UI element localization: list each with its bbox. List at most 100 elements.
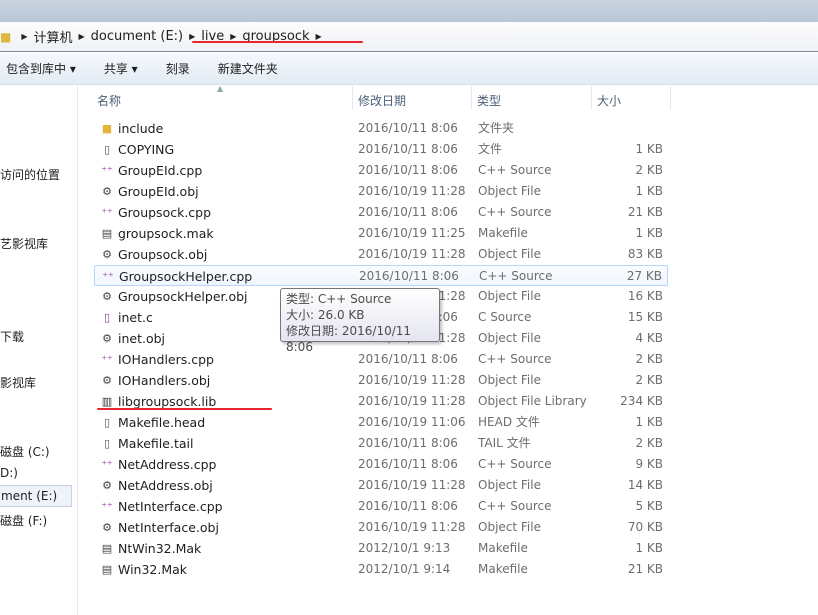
file-size: 15 KB [627,310,663,324]
file-size: 14 KB [627,478,663,492]
nav-item[interactable]: D:) [0,466,18,480]
folder-icon: ■ [0,29,12,44]
address-bar[interactable]: ■ ▶ 计算机 ▶ document (E:) ▶ live ▶ groupso… [0,22,818,52]
file-row[interactable]: ⁺⁺ Groupsock.cpp 2016/10/11 8:06 C++ Sou… [94,202,668,223]
file-row[interactable]: ⚙ Groupsock.obj 2016/10/19 11:28 Object … [94,244,668,265]
file-row[interactable]: ■ include 2016/10/11 8:06 文件夹 [94,118,668,139]
obj-icon: ⚙ [102,332,112,345]
new-folder-button[interactable]: 新建文件夹 [218,60,278,77]
mak-icon: ▤ [101,542,113,555]
mak-icon: ▤ [101,227,113,240]
file-size: 4 KB [635,331,663,345]
file-name: Groupsock.cpp [118,205,212,220]
file-date: 2012/10/1 9:13 [358,541,451,555]
file-name: NetAddress.cpp [118,457,217,472]
file-row[interactable]: ▯ COPYING 2016/10/11 8:06 文件 1 KB [94,139,668,160]
file-type: C++ Source [478,352,552,366]
chevron-right-icon[interactable]: ▶ [316,32,322,41]
file-type: Makefile [478,562,528,576]
file-date: 2016/10/11 8:06 [358,121,458,135]
file-size: 21 KB [627,562,663,576]
file-type: Object File Library [478,394,587,408]
chevron-right-icon[interactable]: ▶ [79,32,85,41]
file-size: 1 KB [635,142,663,156]
include-in-library-button[interactable]: 包含到库中 ▾ [6,60,76,77]
obj-icon: ⚙ [102,248,112,261]
column-header: ▲ 名称 修改日期 类型 大小 [80,84,671,110]
file-type: Object File [478,520,541,534]
tooltip-type: 类型: C++ Source [286,292,392,306]
file-row[interactable]: ▤ groupsock.mak 2016/10/19 11:25 Makefil… [94,223,668,244]
tooltip: 类型: C++ Source 大小: 26.0 KB 修改日期: 2016/10… [280,288,440,354]
nav-item-selected[interactable]: ment (E:) [0,485,72,507]
column-type[interactable]: 类型 [477,92,501,109]
file-row[interactable]: ⚙ NetInterface.obj 2016/10/19 11:28 Obje… [94,517,668,538]
file-row[interactable]: ▤ Win32.Mak 2012/10/1 9:14 Makefile 21 K… [94,559,668,580]
file-name: NtWin32.Mak [118,541,202,556]
nav-item[interactable]: 艺影视库 [0,235,48,252]
file-row[interactable]: ▯ Makefile.tail 2016/10/11 8:06 TAIL 文件 … [94,433,668,454]
file-type: C++ Source [478,499,552,513]
file-date: 2016/10/11 8:06 [358,436,458,450]
nav-item[interactable]: 影视库 [0,374,36,391]
file-date: 2012/10/1 9:14 [358,562,451,576]
obj-icon: ⚙ [102,374,112,387]
file-size: 234 KB [620,394,663,408]
obj-icon: ⚙ [102,521,112,534]
burn-button[interactable]: 刻录 [166,60,190,77]
file-row[interactable]: ⚙ NetAddress.obj 2016/10/19 11:28 Object… [94,475,668,496]
file-date: 2016/10/11 8:06 [358,163,458,177]
share-button[interactable]: 共享 ▾ [104,60,138,77]
file-row[interactable]: ▤ NtWin32.Mak 2012/10/1 9:13 Makefile 1 … [94,538,668,559]
c-icon: ▯ [103,311,111,324]
file-date: 2016/10/11 8:06 [358,457,458,471]
cpp-icon: ⁺⁺ [101,353,113,366]
chevron-right-icon[interactable]: ▶ [189,32,195,41]
file-row[interactable]: ⁺⁺ GroupEId.cpp 2016/10/11 8:06 C++ Sour… [94,160,668,181]
file-name: NetAddress.obj [118,478,213,493]
cpp-icon: ⁺⁺ [101,458,113,471]
file-type: TAIL 文件 [478,436,531,450]
file-size: 1 KB [635,226,663,240]
nav-item[interactable]: 磁盘 (F:) [0,512,47,529]
file-size: 2 KB [635,163,663,177]
file-date: 2016/10/11 8:06 [359,269,459,283]
nav-item[interactable]: 下载 [0,328,24,345]
column-name[interactable]: 名称 [97,92,121,109]
file-type: HEAD 文件 [478,415,540,429]
file-size: 1 KB [635,541,663,555]
file-name: Makefile.head [118,415,206,430]
file-size: 70 KB [627,520,663,534]
file-date: 2016/10/19 11:28 [358,184,466,198]
file-date: 2016/10/11 8:06 [358,499,458,513]
file-size: 2 KB [635,436,663,450]
file-name: NetInterface.obj [118,520,219,535]
sort-ascending-icon: ▲ [217,84,224,93]
breadcrumb-drive-e[interactable]: document (E:) [91,29,183,44]
file-row[interactable]: ⚙ IOHandlers.obj 2016/10/19 11:28 Object… [94,370,668,391]
chevron-right-icon[interactable]: ▶ [21,32,27,41]
folder-icon: ■ [101,122,113,135]
cpp-icon: ⁺⁺ [101,164,113,177]
file-row[interactable]: ⁺⁺ GroupsockHelper.cpp 2016/10/11 8:06 C… [94,265,668,286]
breadcrumb-computer[interactable]: 计算机 [34,27,73,46]
file-row[interactable]: ⁺⁺ NetAddress.cpp 2016/10/11 8:06 C++ So… [94,454,668,475]
nav-item[interactable]: 磁盘 (C:) [0,443,50,460]
file-row[interactable]: ⁺⁺ NetInterface.cpp 2016/10/11 8:06 C++ … [94,496,668,517]
file-name: GroupEId.obj [118,184,199,199]
mak-icon: ▤ [101,563,113,576]
tooltip-size: 大小: 26.0 KB [286,308,365,322]
file-size: 27 KB [626,269,662,283]
chevron-right-icon[interactable]: ▶ [230,32,236,41]
nav-item[interactable]: 访问的位置 [0,166,60,183]
annotation-underline [97,408,272,410]
file-row[interactable]: ▯ Makefile.head 2016/10/19 11:06 HEAD 文件… [94,412,668,433]
column-size[interactable]: 大小 [597,92,621,109]
file-date: 2016/10/11 8:06 [358,205,458,219]
file-name: GroupsockHelper.cpp [119,269,253,284]
file-type: C Source [478,310,532,324]
file-row[interactable]: ⚙ GroupEId.obj 2016/10/19 11:28 Object F… [94,181,668,202]
column-date[interactable]: 修改日期 [358,92,406,109]
navigation-pane: 访问的位置 艺影视库 下载 影视库 磁盘 (C:) D:) ment (E:) … [0,86,78,615]
cpp-icon: ⁺⁺ [101,206,113,219]
